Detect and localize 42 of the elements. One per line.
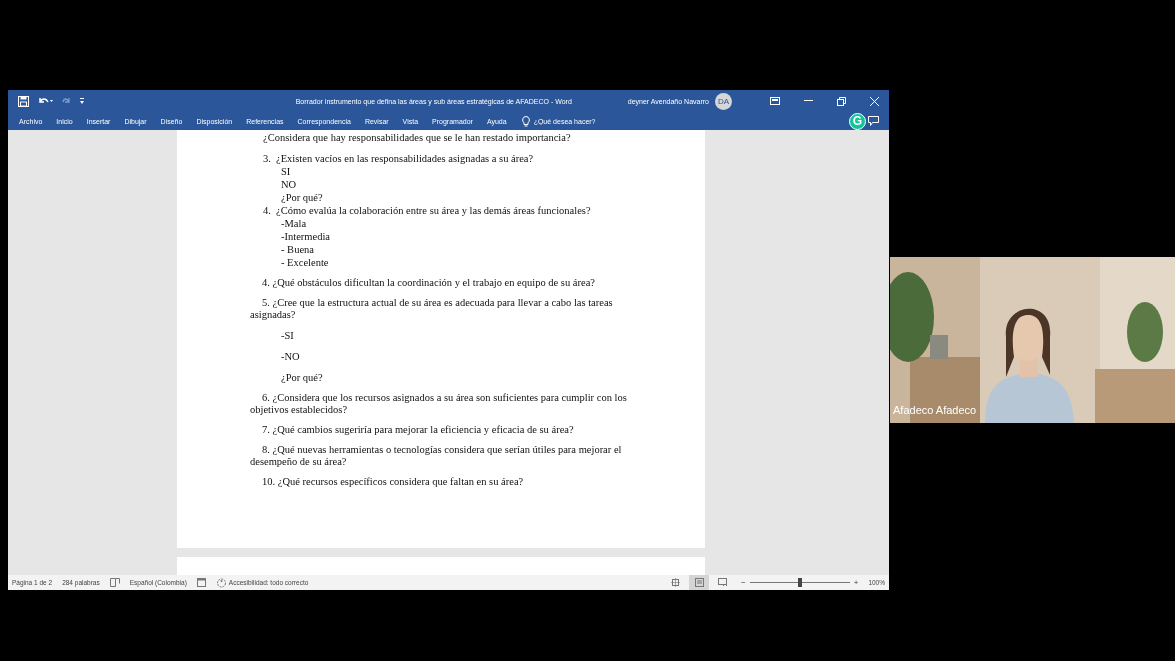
- answer-option: ¿Por qué?: [250, 371, 630, 384]
- question-text: 8. ¿Qué nuevas herramientas o tecnologías considera que serían útiles para mejorar el desempeño de su área?: [250, 444, 623, 468]
- restore-icon[interactable]: [837, 96, 846, 106]
- zoom-out-button[interactable]: −: [741, 578, 746, 587]
- redo-icon: [61, 96, 71, 106]
- save-icon[interactable]: [18, 95, 29, 107]
- minimize-icon[interactable]: [804, 100, 813, 102]
- answer-option: -Mala: [250, 217, 630, 230]
- accessibility-icon[interactable]: [215, 577, 227, 588]
- comment-icon[interactable]: [868, 116, 879, 126]
- answer-option: - Buena: [250, 243, 630, 256]
- answer-option: - Excelente: [250, 256, 630, 269]
- question-text: 5. ¿Cree que la estructura actual de su área es adecuada para llevar a cabo las tareas asignadas?: [250, 297, 614, 321]
- ribbon-display-icon[interactable]: [770, 97, 780, 105]
- answer-option: -SI: [250, 329, 630, 342]
- zoom-in-button[interactable]: +: [853, 578, 859, 587]
- answer-option: SI: [250, 165, 630, 178]
- focus-icon: [670, 578, 680, 587]
- answer-option: ¿Por qué?: [250, 191, 630, 204]
- proofing-icon[interactable]: [109, 578, 120, 587]
- web-layout-icon: [718, 578, 729, 587]
- question-text: ¿Cómo evalúa la colaboración entre su área y las demás áreas funcionales?: [276, 204, 591, 217]
- answer-option: NO: [250, 178, 630, 191]
- user-avatar[interactable]: DA: [715, 92, 732, 110]
- calendar-icon[interactable]: [196, 578, 206, 587]
- print-layout-icon: [694, 578, 704, 587]
- question-text: ¿Considera que hay responsabilidades que se le han restado importancia?: [262, 131, 572, 144]
- answer-option: -NO: [250, 350, 630, 363]
- customize-icon[interactable]: [79, 97, 85, 105]
- question-text: 7. ¿Qué cambios sugeriría para mejorar la eficiencia y eficacia de su área?: [261, 424, 575, 436]
- question-text: ¿Existen vacíos en las responsabilidades asignadas a su área?: [276, 152, 534, 165]
- list-number: 4.: [263, 204, 272, 217]
- question-text: 10. ¿Qué recursos específicos considera que faltan en su área?: [261, 476, 525, 488]
- question-text: 6. ¿Considera que los recursos asignados a su área son suficientes para cumplir con los objetivos establecidos?: [250, 392, 628, 416]
- answer-option: -Intermedia: [250, 230, 630, 243]
- undo-icon[interactable]: [37, 96, 53, 106]
- participant-name: Afadeco Afadeco: [893, 404, 977, 416]
- question-text: 4. ¿Qué obstáculos dificultan la coordinación y el trabajo en equipo de su área?: [261, 277, 596, 289]
- view-button[interactable]: [689, 575, 710, 590]
- close-icon[interactable]: [870, 96, 879, 106]
- lightbulb-icon[interactable]: [521, 115, 530, 127]
- list-number: 3.: [263, 152, 272, 165]
